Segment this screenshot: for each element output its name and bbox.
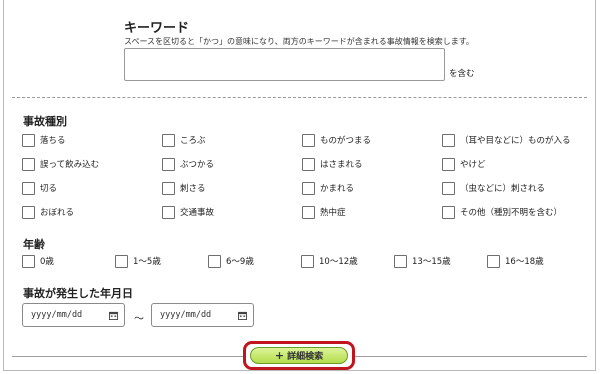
checkbox-box[interactable] [302,181,315,195]
age-title: 年齢 [23,238,45,251]
checkbox-label: かまれる [320,184,355,194]
date-to-placeholder: yyyy/mm/dd [160,310,212,320]
keyword-input[interactable] [124,48,445,81]
checkbox-box[interactable] [22,133,35,147]
date-from-placeholder: yyyy/mm/dd [31,310,83,320]
calendar-icon[interactable] [109,311,118,320]
detail-search-button[interactable]: + 詳細検索 [250,347,348,364]
checkbox-accident-traffic[interactable]: 交通事故 [162,205,214,219]
checkbox-age-6-9[interactable]: 6～9歳 [208,254,254,268]
checkbox-box[interactable] [22,157,35,171]
checkbox-box[interactable] [302,133,315,147]
checkbox-label: 交通事故 [180,208,215,218]
checkbox-age-16-18[interactable]: 16～18歳 [487,254,544,268]
section-divider [12,97,587,98]
checkbox-accident-cut[interactable]: 切る [22,181,57,195]
checkbox-accident-swallow[interactable]: 誤って飲み込む [22,157,99,171]
checkbox-label: 1～5歳 [133,257,161,267]
checkbox-label: 6～9歳 [226,257,254,267]
checkbox-box[interactable] [162,157,175,171]
checkbox-label: はさまれる [320,160,363,170]
checkbox-label: 誤って飲み込む [40,160,100,170]
checkbox-age-10-12[interactable]: 10～12歳 [301,254,358,268]
checkbox-age-1-5[interactable]: 1～5歳 [115,254,161,268]
calendar-icon[interactable] [238,311,247,320]
checkbox-box[interactable] [301,254,314,268]
checkbox-accident-other[interactable]: その他（種別不明を含む） [442,205,562,219]
checkbox-accident-burn[interactable]: やけど [442,157,486,171]
date-title: 事故が発生した年月日 [23,287,133,300]
checkbox-accident-pierced[interactable]: 刺さる [162,181,206,195]
checkbox-age-13-15[interactable]: 13～15歳 [394,254,451,268]
checkbox-box[interactable] [487,254,500,268]
checkbox-label: ものがつまる [320,136,372,146]
checkbox-label: 13～15歳 [412,257,451,267]
checkbox-accident-bitten[interactable]: かまれる [302,181,354,195]
checkbox-box[interactable] [442,181,455,195]
checkbox-box[interactable] [22,254,35,268]
date-to-input[interactable]: yyyy/mm/dd [151,303,254,327]
date-range-separator: ～ [134,314,144,325]
checkbox-label: 熱中症 [320,208,346,218]
checkbox-box[interactable] [394,254,407,268]
checkbox-accident-foreign-object[interactable]: （耳や目などに）ものが入る [442,133,571,147]
checkbox-accident-heatstroke[interactable]: 熱中症 [302,205,346,219]
checkbox-box[interactable] [22,205,35,219]
checkbox-label: ぶつかる [180,160,215,170]
checkbox-accident-fall[interactable]: 落ちる [22,133,66,147]
checkbox-box[interactable] [22,181,35,195]
checkbox-label: その他（種別不明を含む） [460,208,563,218]
checkbox-label: （耳や目などに）ものが入る [460,136,571,146]
checkbox-accident-trip[interactable]: ころぶ [162,133,206,147]
checkbox-box[interactable] [302,205,315,219]
checkbox-label: おぼれる [40,208,75,218]
checkbox-label: 10～12歳 [319,257,358,267]
checkbox-box[interactable] [162,133,175,147]
checkbox-accident-stung[interactable]: （虫などに）刺される [442,181,545,195]
checkbox-box[interactable] [302,157,315,171]
detail-search-label: 詳細検索 [287,352,324,362]
checkbox-label: 切る [40,184,58,194]
checkbox-age-0[interactable]: 0歳 [22,254,54,268]
plus-icon: + [274,349,285,362]
accident-type-title: 事故種別 [23,115,67,128]
checkbox-box[interactable] [442,205,455,219]
checkbox-accident-choke[interactable]: ものがつまる [302,133,371,147]
keyword-suffix: を含む [449,69,475,79]
checkbox-label: やけど [460,160,486,170]
checkbox-box[interactable] [115,254,128,268]
date-from-input[interactable]: yyyy/mm/dd [22,303,125,327]
checkbox-label: ころぶ [180,136,206,146]
checkbox-box[interactable] [162,181,175,195]
checkbox-box[interactable] [162,205,175,219]
checkbox-label: （虫などに）刺される [460,184,546,194]
checkbox-accident-drown[interactable]: おぼれる [22,205,74,219]
checkbox-label: 0歳 [40,257,54,267]
checkbox-label: 16～18歳 [505,257,544,267]
keyword-description: スペースを区切ると「かつ」の意味になり、両方のキーワードが含まれる事故情報を検索… [124,37,474,46]
checkbox-label: 刺さる [180,184,206,194]
checkbox-accident-bump[interactable]: ぶつかる [162,157,214,171]
detail-search-highlight: + 詳細検索 [243,341,355,370]
checkbox-box[interactable] [442,157,455,171]
checkbox-box[interactable] [442,133,455,147]
checkbox-accident-pinched[interactable]: はさまれる [302,157,363,171]
checkbox-box[interactable] [208,254,221,268]
checkbox-label: 落ちる [40,136,66,146]
keyword-title: キーワード [124,21,190,36]
